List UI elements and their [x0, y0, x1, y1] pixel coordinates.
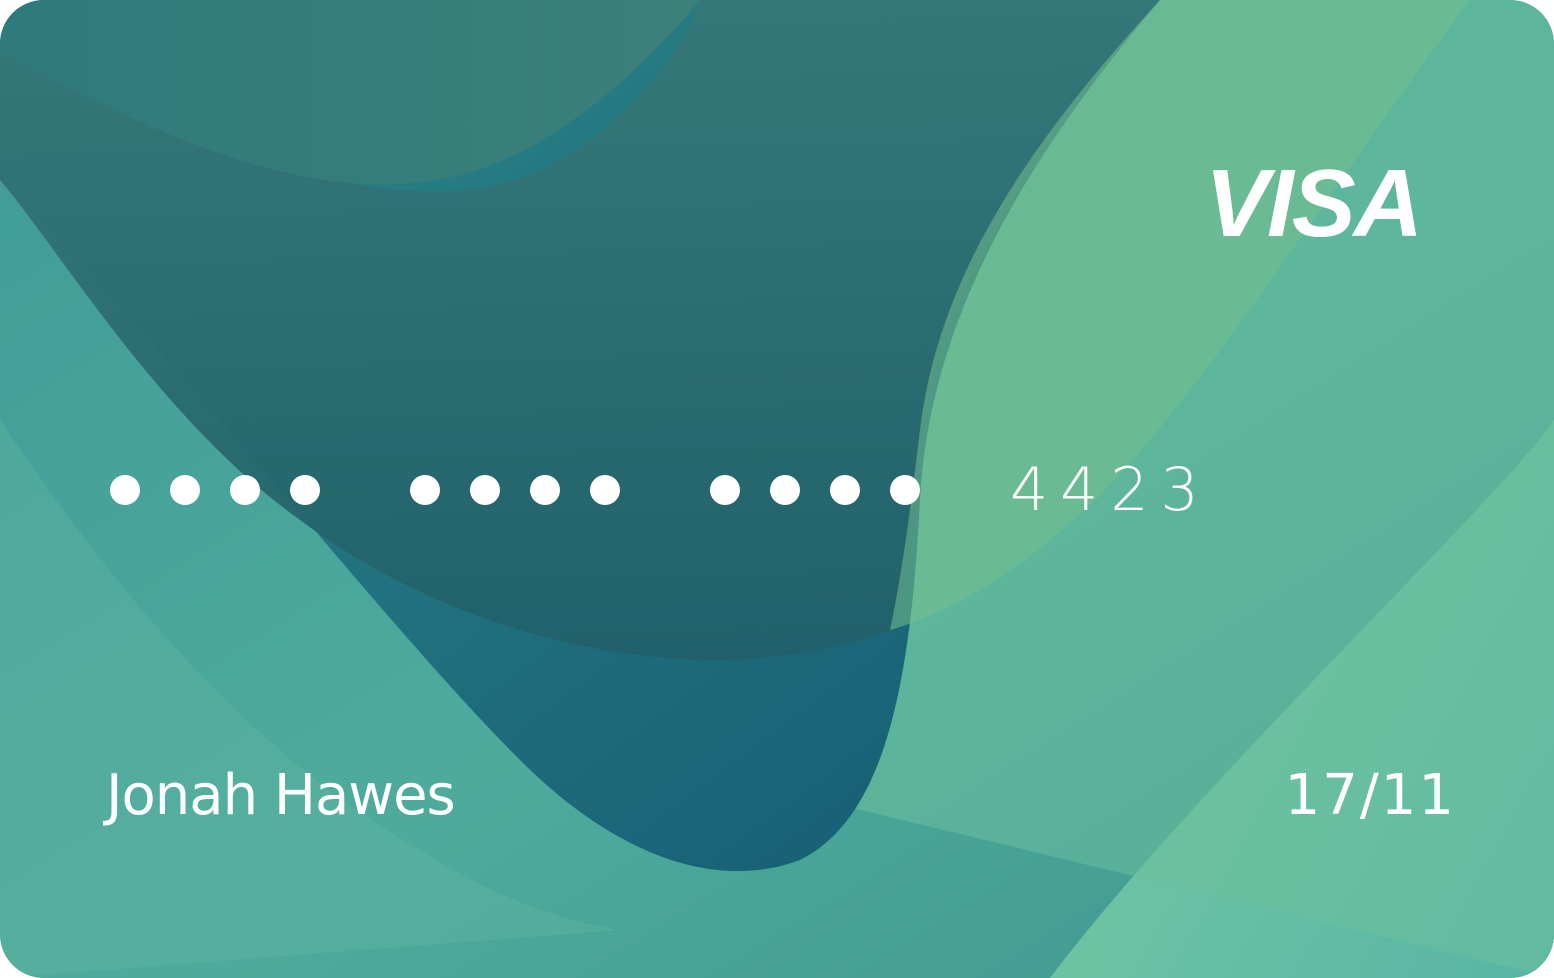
- mask-dot: [770, 475, 800, 505]
- mask-dot: [830, 475, 860, 505]
- mask-dot: [170, 475, 200, 505]
- cardholder-name: Jonah Hawes: [106, 763, 456, 828]
- mask-dot: [110, 475, 140, 505]
- masked-digits-group-1: [110, 475, 320, 505]
- card-number: 4423: [110, 460, 1211, 520]
- card-expiry-date: 17/11: [1284, 763, 1456, 828]
- mask-dot: [890, 475, 920, 505]
- mask-dot: [410, 475, 440, 505]
- mask-dot: [230, 475, 260, 505]
- mask-dot: [470, 475, 500, 505]
- credit-card[interactable]: VISA 4423 Jonah Hawes 17/11: [0, 0, 1554, 978]
- masked-digits-group-3: [710, 475, 920, 505]
- mask-dot: [710, 475, 740, 505]
- card-last-four-digits: 4423: [1010, 455, 1211, 525]
- mask-dot: [290, 475, 320, 505]
- svg-text:VISA: VISA: [1205, 150, 1421, 250]
- masked-digits-group-2: [410, 475, 620, 505]
- visa-logo: VISA: [1205, 150, 1423, 250]
- mask-dot: [530, 475, 560, 505]
- mask-dot: [590, 475, 620, 505]
